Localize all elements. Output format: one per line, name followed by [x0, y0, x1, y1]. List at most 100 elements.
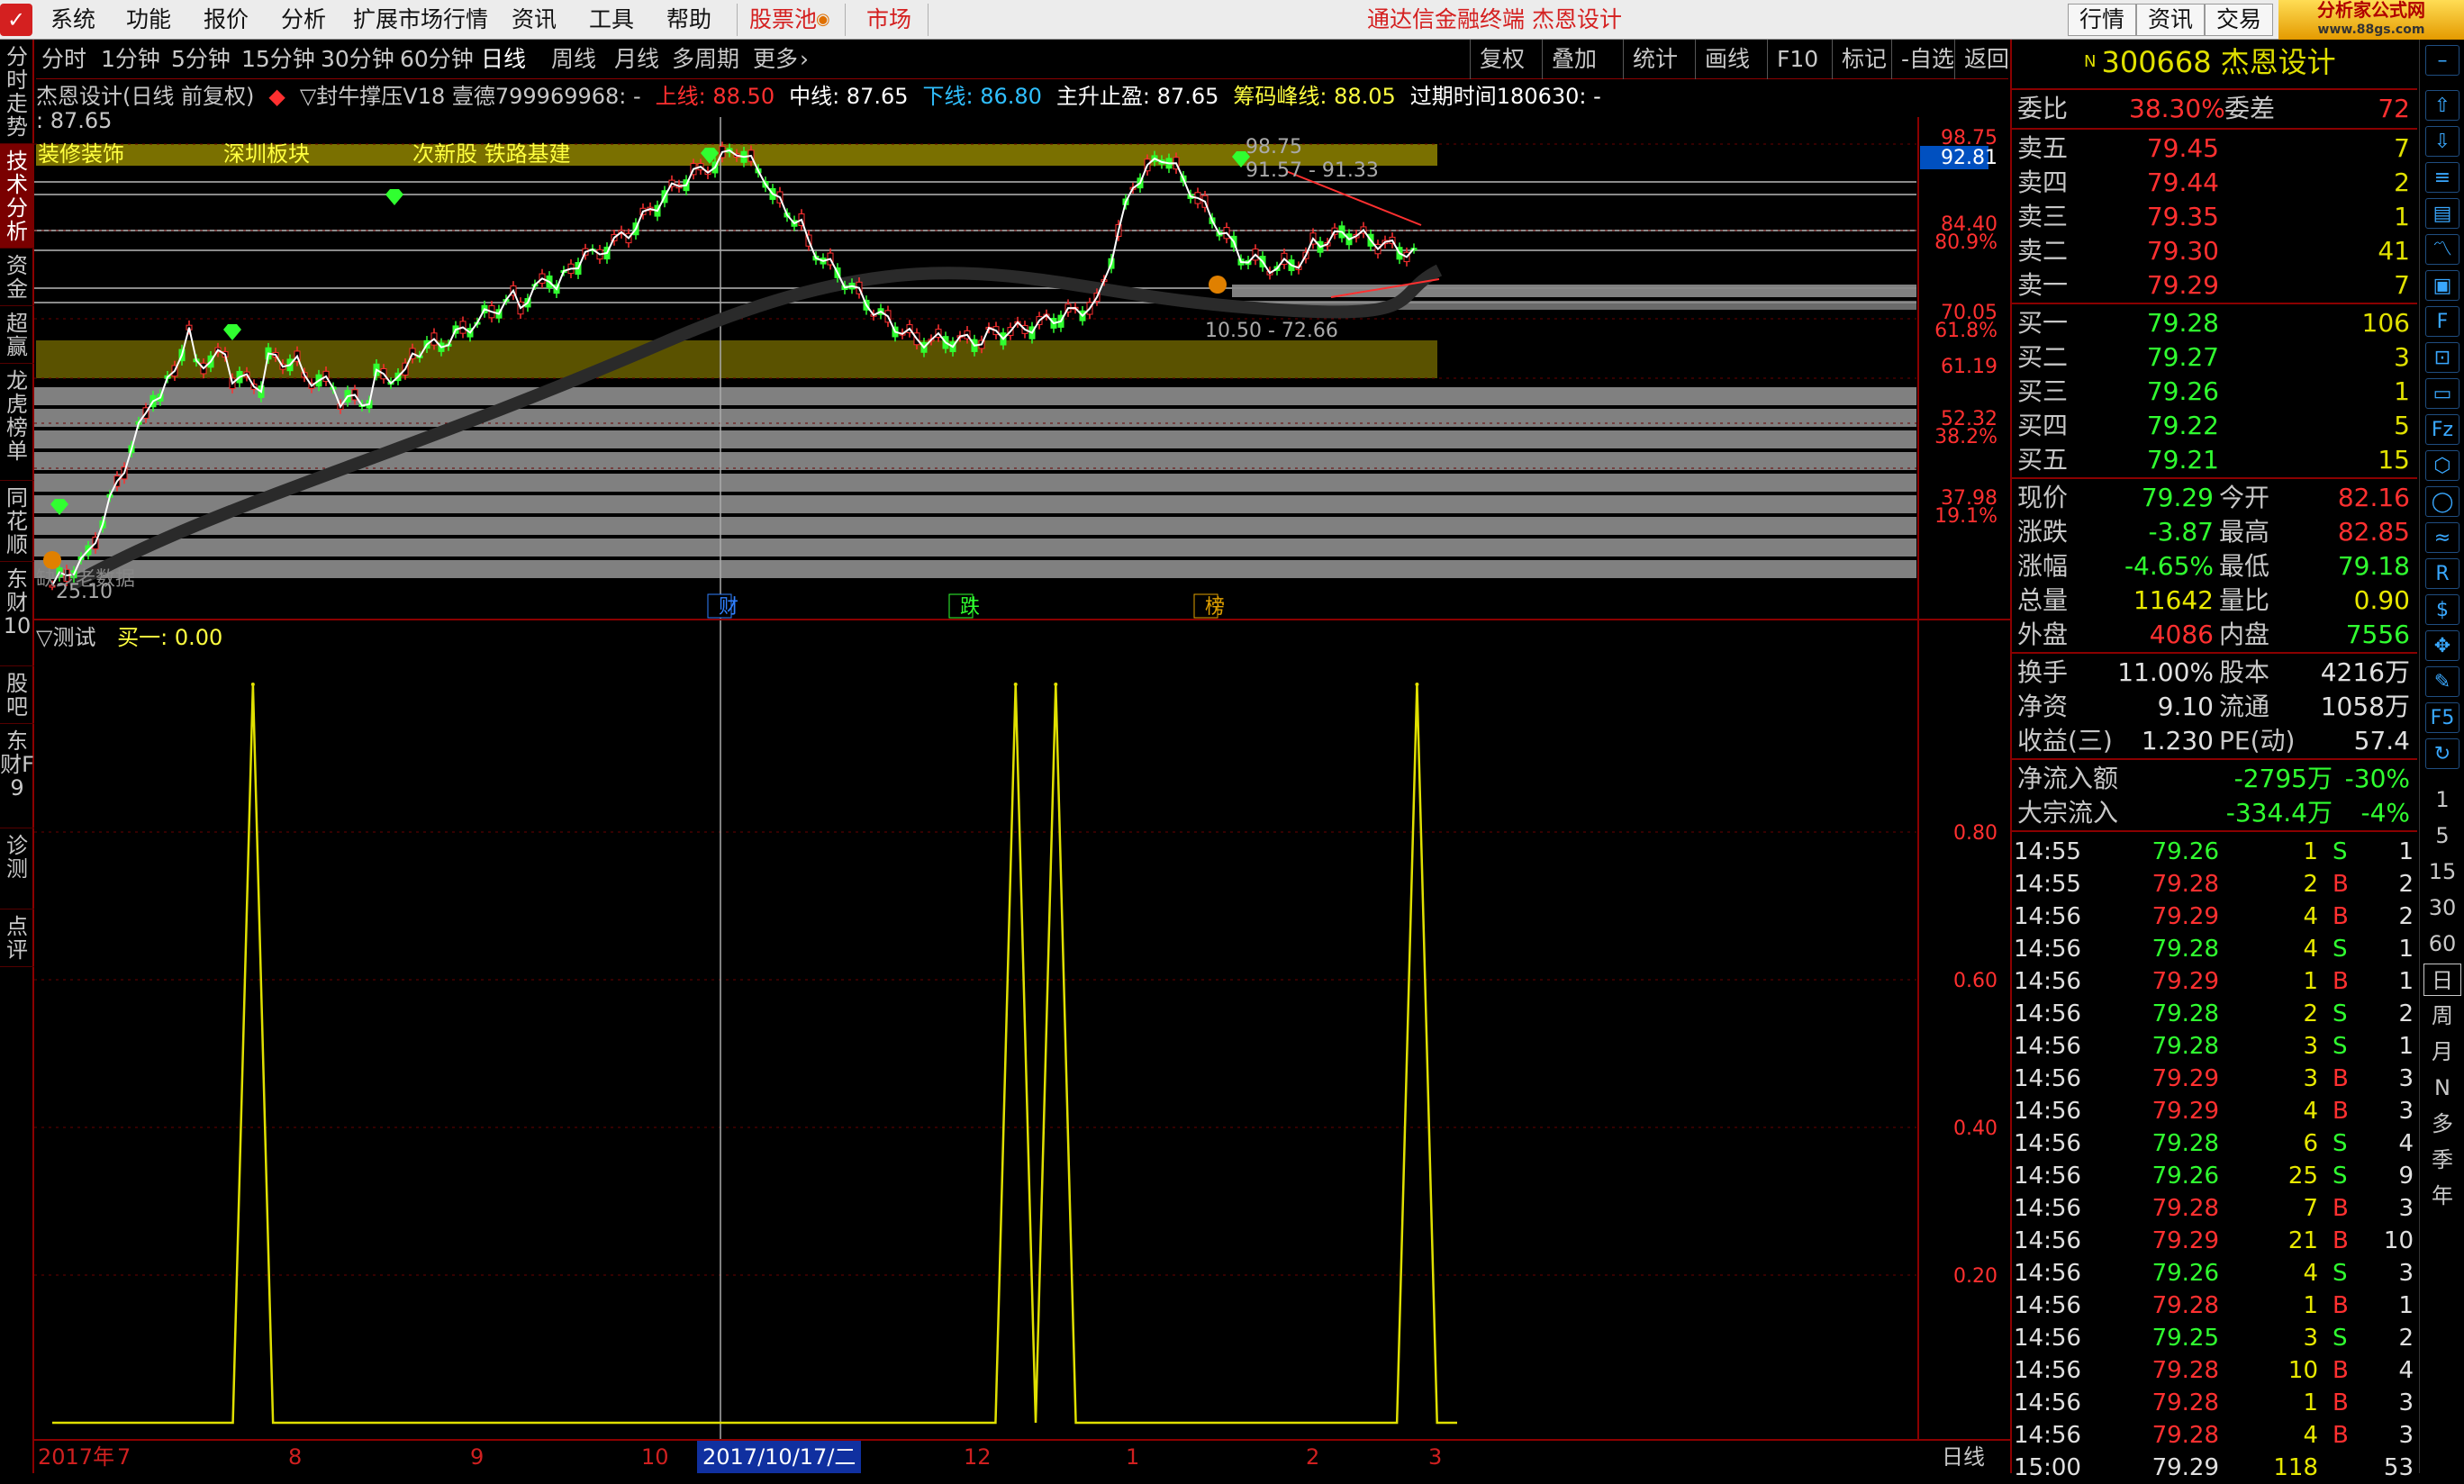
left-tab-5[interactable]: 同花顺 — [0, 481, 34, 562]
stat-value: 11642 — [2133, 585, 2214, 615]
menu-market[interactable]: 市场 — [866, 0, 911, 40]
period-shortcut-1[interactable]: 5 — [2423, 819, 2461, 852]
stock-name[interactable]: 杰恩设计 — [2221, 45, 2336, 79]
x-axis-label-5: 2017/10/17/二 — [697, 1441, 862, 1473]
f10-icon[interactable]: F — [2425, 306, 2459, 337]
money-icon[interactable]: $ — [2425, 594, 2459, 625]
period-shortcut-9[interactable]: 多 — [2423, 1108, 2461, 1140]
chart-tool-0[interactable]: 复权 — [1470, 40, 1534, 79]
period-indicator[interactable]: 日线 — [1942, 1441, 1985, 1473]
indicator-name[interactable]: ▽封牛撑压V18 壹德799969968: - — [300, 84, 641, 109]
menu-tools[interactable]: 工具 — [589, 0, 634, 40]
stat-label: 今开 — [2219, 483, 2270, 512]
left-tab-7[interactable]: 股吧 — [0, 666, 34, 724]
circle-icon[interactable]: ◯ — [2425, 486, 2459, 517]
period-shortcut-2[interactable]: 15 — [2423, 855, 2461, 888]
period-6[interactable]: 日线 — [481, 40, 526, 79]
left-tab-8[interactable]: 东财F9 — [0, 724, 34, 828]
period-0[interactable]: 分时 — [41, 40, 86, 79]
period-8[interactable]: 月线 — [614, 40, 659, 79]
stat-label: 最低 — [2219, 551, 2270, 581]
menu-analysis[interactable]: 分析 — [281, 0, 326, 40]
menu-news[interactable]: 资讯 — [512, 0, 557, 40]
stat-value: -3.87 — [2148, 517, 2214, 547]
period-3[interactable]: 15分钟 — [241, 40, 315, 79]
period-2[interactable]: 5分钟 — [171, 40, 231, 79]
card-icon[interactable]: ▣ — [2425, 270, 2459, 301]
left-tab-2[interactable]: 资金 — [0, 249, 34, 306]
left-tab-10[interactable]: 点评 — [0, 909, 34, 967]
list-icon[interactable]: ≡ — [2425, 162, 2459, 193]
menu-help[interactable]: 帮助 — [666, 0, 711, 40]
toolbar-news-button[interactable]: 资讯 — [2136, 4, 2206, 36]
chart-tool-5[interactable]: 标记 — [1832, 40, 1896, 79]
period-1[interactable]: 1分钟 — [101, 40, 160, 79]
line-chart-icon[interactable]: 〽 — [2425, 234, 2459, 265]
toolbar-trade-button[interactable]: 交易 — [2205, 4, 2274, 36]
sub-indicator-chart[interactable]: 0.20 0.40 0.60 0.80 — [34, 621, 2017, 1441]
period-shortcut-7[interactable]: 月 — [2423, 1036, 2461, 1068]
up-arrow-icon[interactable]: ⇧ — [2425, 90, 2459, 121]
period-shortcut-3[interactable]: 30 — [2423, 891, 2461, 924]
cross-icon[interactable]: ✥ — [2425, 630, 2459, 661]
period-shortcut-4[interactable]: 60 — [2423, 928, 2461, 960]
period-shortcut-11[interactable]: 年 — [2423, 1180, 2461, 1212]
monitor-icon[interactable]: ▭ — [2425, 378, 2459, 409]
more-chevron-icon[interactable]: › — [800, 40, 809, 79]
refresh-icon[interactable]: ↻ — [2425, 738, 2459, 769]
period-shortcut-0[interactable]: 1 — [2423, 783, 2461, 816]
sector-label-1: 深圳板块 — [223, 141, 310, 167]
chart-tool-2[interactable]: 统计 — [1623, 40, 1687, 79]
app-logo-icon[interactable]: ✓ — [0, 4, 32, 36]
stat-label: 内盘 — [2219, 620, 2270, 649]
down-arrow-icon[interactable]: ⇩ — [2425, 126, 2459, 157]
period-7[interactable]: 周线 — [551, 40, 596, 79]
menu-system[interactable]: 系统 — [50, 0, 95, 40]
period-5[interactable]: 60分钟 — [400, 40, 474, 79]
period-10[interactable]: 更多 — [753, 40, 798, 79]
sell-row: 卖三 79.35 1 — [2012, 200, 2417, 234]
menu-quote[interactable]: 报价 — [204, 0, 249, 40]
left-tab-6[interactable]: 东财10 — [0, 562, 34, 666]
stock-code[interactable]: 300668 — [2101, 45, 2211, 79]
period-4[interactable]: 30分钟 — [321, 40, 394, 79]
stop-profit-value: 主升止盈: 87.65 — [1055, 84, 1219, 109]
left-tab-1[interactable]: 技术分析 — [0, 144, 34, 249]
minimize-icon[interactable]: – — [2425, 45, 2459, 76]
period-9[interactable]: 多周期 — [672, 40, 739, 79]
menu-ext-market[interactable]: 扩展市场行情 — [353, 0, 488, 40]
bookmark-icon[interactable]: ⊡ — [2425, 342, 2459, 373]
period-shortcut-10[interactable]: 季 — [2423, 1144, 2461, 1176]
period-shortcut-5[interactable]: 日 — [2423, 964, 2461, 996]
chart-tool-3[interactable]: 画线 — [1695, 40, 1759, 79]
fz-icon[interactable]: Fz — [2425, 414, 2459, 445]
indicator-toggle-icon[interactable]: ◆ — [268, 84, 285, 109]
chart-tool-4[interactable]: F10 — [1767, 40, 1827, 79]
sub-axis-label: 0.60 — [1953, 970, 1997, 992]
wave-icon[interactable]: ≈ — [2425, 522, 2459, 553]
buy-price: 79.28 — [2146, 308, 2219, 338]
f10-hex-icon[interactable]: ⬡ — [2425, 450, 2459, 481]
chart-tool-6[interactable]: -自选 — [1891, 40, 1963, 79]
left-tab-9[interactable]: 诊测 — [0, 828, 34, 909]
period-shortcut-6[interactable]: 周 — [2423, 1000, 2461, 1032]
pen-icon[interactable]: ✎ — [2425, 666, 2459, 697]
f5-icon[interactable]: F5 — [2425, 702, 2459, 733]
tick-volume: 4 — [2303, 936, 2318, 963]
sell-volume: 7 — [2394, 270, 2410, 300]
sub-chart-name[interactable]: ▽测试 — [36, 625, 95, 650]
main-kline-chart[interactable]: 98.7591.57 - 91.3310.50 - 72.6625.10装修装饰… — [34, 117, 2017, 621]
menu-function[interactable]: 功能 — [126, 0, 171, 40]
table-icon[interactable]: ▤ — [2425, 198, 2459, 229]
tick-time: 14:56 — [2014, 1000, 2081, 1027]
toolbar-quote-button[interactable]: 行情 — [2068, 4, 2137, 36]
left-tab-4[interactable]: 龙虎榜单 — [0, 364, 34, 481]
tick-count: 3 — [2398, 1389, 2414, 1416]
chart-tool-7[interactable]: 返回 — [1954, 40, 2018, 79]
left-tab-0[interactable]: 分时走势 — [0, 40, 34, 144]
menu-stock-pool[interactable]: 股票池 — [749, 0, 817, 40]
chart-tool-1[interactable]: 叠加 — [1542, 40, 1606, 79]
left-tab-3[interactable]: 超赢 — [0, 306, 34, 364]
period-shortcut-8[interactable]: N — [2423, 1072, 2461, 1104]
rsi-icon[interactable]: R — [2425, 558, 2459, 589]
